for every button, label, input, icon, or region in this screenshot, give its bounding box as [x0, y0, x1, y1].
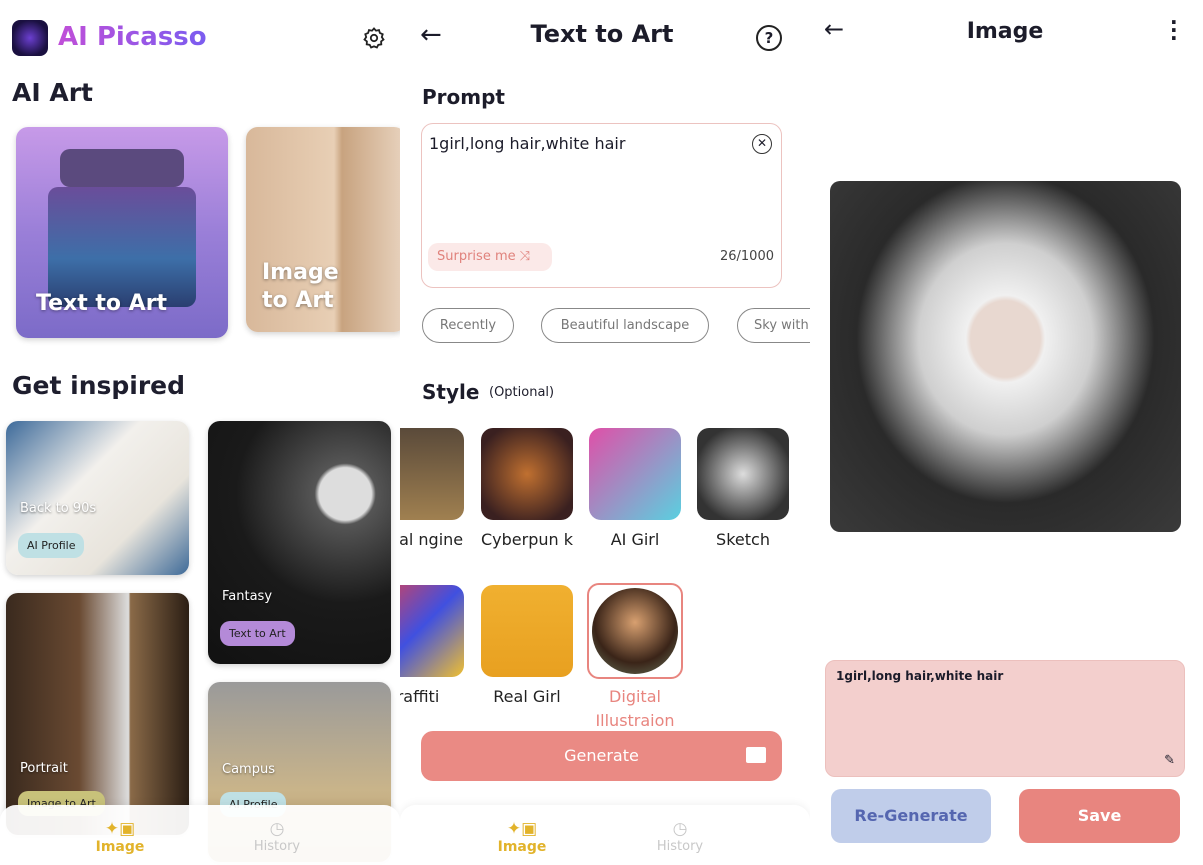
generate-button[interactable]: Generate: [421, 731, 782, 781]
inspired-card[interactable]: Portrait Image to Art: [6, 593, 189, 835]
prompt-input[interactable]: 1girl,long hair,white hair ✕ Surprise me…: [421, 123, 782, 288]
text-to-art-card[interactable]: Text to Art: [16, 127, 228, 338]
save-button[interactable]: Save: [1019, 789, 1180, 843]
card-label: Text to Art: [36, 291, 168, 316]
style-optional: (Optional): [489, 385, 555, 400]
history-icon: ◷: [672, 819, 688, 839]
nav-history[interactable]: ◷ History: [237, 819, 317, 854]
screen-title: Image: [966, 19, 1044, 44]
suggestion-chip[interactable]: Sky with: [737, 308, 810, 343]
image-sparkle-icon: ✦▣: [506, 819, 538, 839]
style-digital-illustration[interactable]: [587, 583, 683, 679]
ai-art-heading: AI Art: [12, 78, 93, 107]
suggestion-chip[interactable]: Beautiful landscape: [541, 308, 709, 343]
text-to-art-screen: ← Text to Art ? Prompt 1girl,long hair,w…: [400, 0, 810, 865]
surprise-me-button[interactable]: Surprise me ⤨: [428, 243, 552, 271]
style-graffiti[interactable]: [400, 585, 464, 677]
edit-icon[interactable]: ✎: [1164, 753, 1175, 768]
style-label: Style: [422, 380, 480, 404]
more-options-icon[interactable]: · · ·: [1170, 12, 1178, 48]
suggestion-chip[interactable]: Recently: [422, 308, 514, 343]
style-real-girl[interactable]: [481, 585, 573, 677]
result-prompt[interactable]: 1girl,long hair,white hair ✎: [825, 660, 1185, 777]
shuffle-icon: ⤨: [519, 249, 531, 264]
app-title: AI Picasso: [58, 22, 207, 52]
generated-image: [830, 181, 1181, 532]
style-unreal-engine[interactable]: [400, 428, 464, 520]
nav-history[interactable]: ◷ History: [640, 819, 720, 854]
history-icon: ◷: [269, 819, 285, 839]
screen-title: Text to Art: [530, 20, 674, 48]
prompt-label: Prompt: [422, 85, 505, 109]
nav-image[interactable]: ✦▣ Image: [80, 819, 160, 855]
regenerate-button[interactable]: Re-Generate: [831, 789, 991, 843]
clear-icon[interactable]: ✕: [752, 134, 772, 154]
style-ai-girl[interactable]: [589, 428, 681, 520]
home-screen: AI Picasso AI Art Text to Art Image to A…: [0, 0, 400, 865]
gear-icon[interactable]: [362, 26, 386, 50]
char-counter: 26/1000: [719, 249, 774, 264]
result-screen: ← Image · · · 1girl,long hair,white hair ✎…: [810, 0, 1203, 865]
card-label: Image to Art: [262, 260, 339, 313]
style-cyberpunk[interactable]: [481, 428, 573, 520]
help-icon[interactable]: ?: [756, 25, 782, 51]
bottom-nav: ✦▣ Image ◷ History: [0, 805, 400, 865]
image-sparkle-icon: ✦▣: [104, 819, 136, 839]
inspired-card[interactable]: Back to 90s AI Profile: [6, 421, 189, 575]
bottom-nav: ✦▣ Image ◷ History: [400, 805, 810, 865]
inspired-card[interactable]: Fantasy Text to Art: [208, 421, 391, 664]
style-sketch[interactable]: [697, 428, 789, 520]
get-inspired-heading: Get inspired: [12, 371, 186, 400]
video-ad-icon: [746, 747, 766, 763]
app-logo: [12, 20, 48, 56]
image-to-art-card[interactable]: Image to Art: [246, 127, 400, 332]
nav-image[interactable]: ✦▣ Image: [482, 819, 562, 855]
